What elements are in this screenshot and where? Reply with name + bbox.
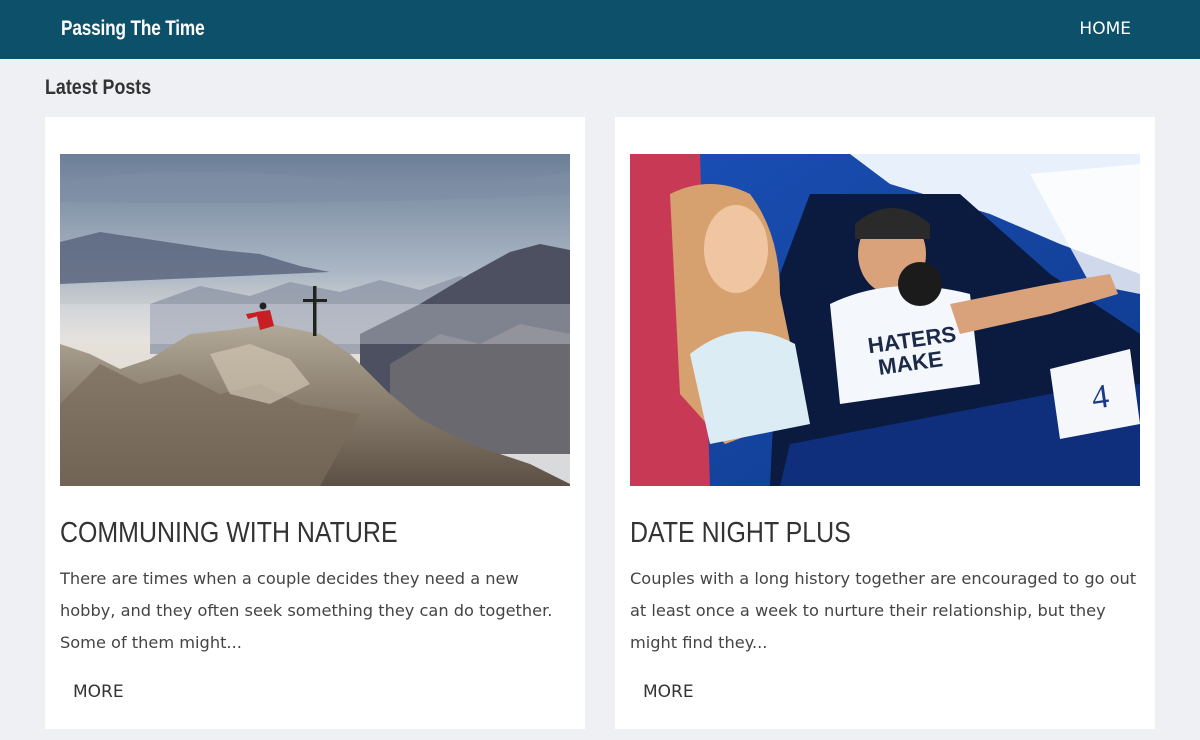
more-link[interactable]: MORE: [73, 682, 124, 702]
more-link[interactable]: MORE: [643, 682, 694, 702]
post-thumbnail-mountain[interactable]: [60, 154, 570, 486]
nav-home-link[interactable]: HOME: [1079, 19, 1131, 39]
post-excerpt: Couples with a long history together are…: [630, 569, 1137, 652]
post-title-link[interactable]: DATE NIGHT PLUS: [630, 517, 1077, 550]
post-excerpt: There are times when a couple decides th…: [60, 569, 553, 652]
post-title-link[interactable]: COMMUNING WITH NATURE: [60, 517, 507, 550]
post-thumbnail-car[interactable]: HATERS MAKE 4: [630, 154, 1140, 486]
latest-posts-heading: Latest Posts: [45, 76, 152, 99]
post-card: HATERS MAKE 4 DATE NIGHT PLUS Couples wi…: [615, 117, 1155, 729]
top-navigation-bar: Passing The Time HOME: [0, 0, 1200, 59]
post-card: COMMUNING WITH NATURE There are times wh…: [45, 117, 585, 729]
site-title-link[interactable]: Passing The Time: [61, 17, 205, 41]
date-night-car-image: HATERS MAKE 4: [630, 154, 1140, 486]
mountain-summit-image: [60, 154, 570, 486]
